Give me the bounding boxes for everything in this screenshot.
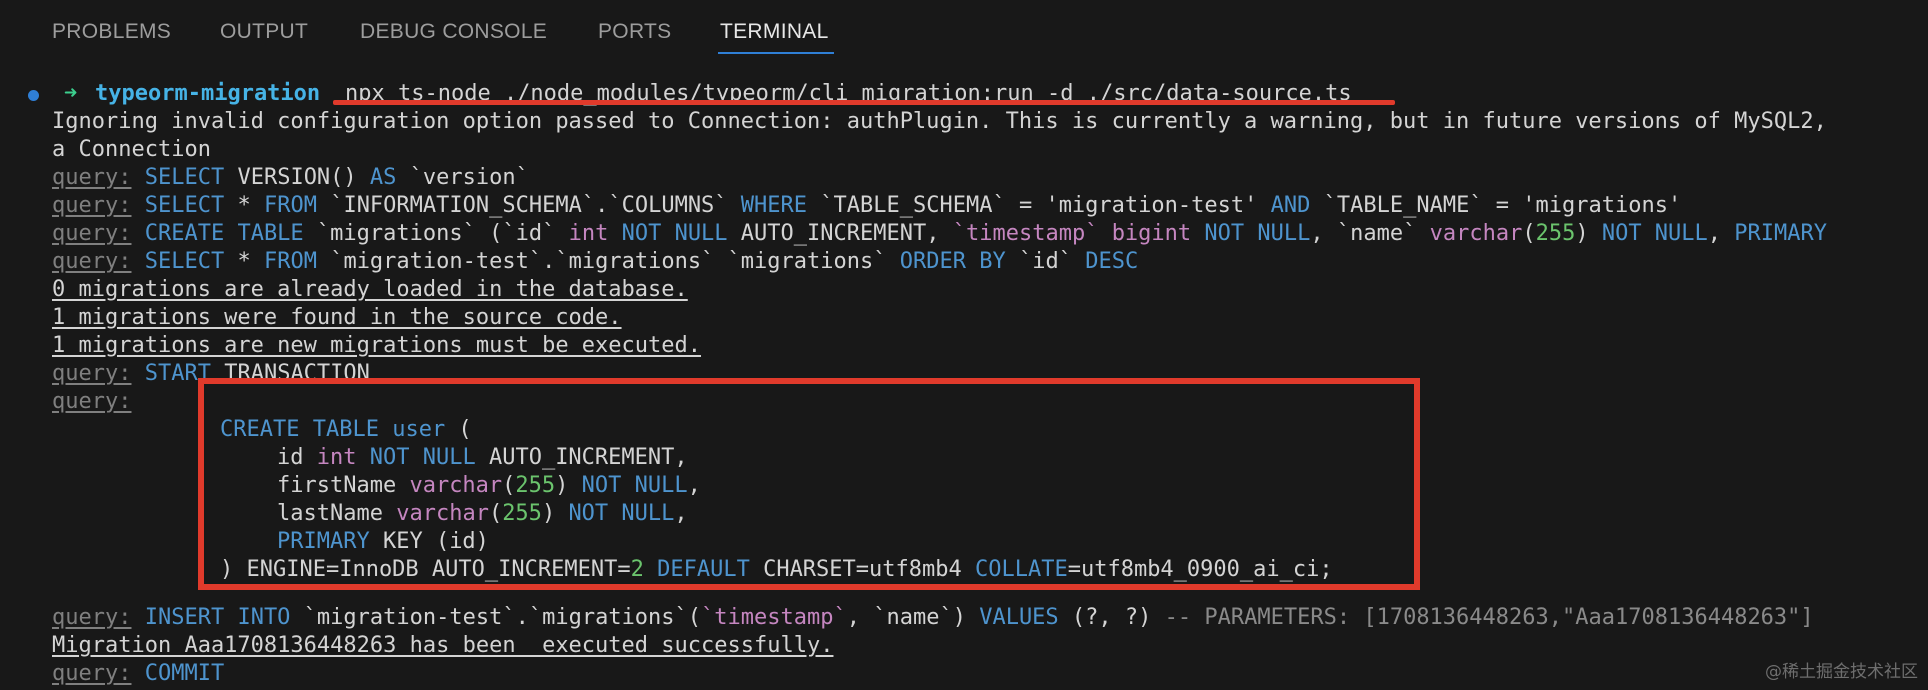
query-line-columns: query: SELECT * FROM `INFORMATION_SCHEMA…	[52, 192, 1681, 220]
warning-line-1: Ignoring invalid configuration option pa…	[52, 109, 1827, 134]
sql-keyword: NOT NULL	[608, 221, 728, 246]
query-label: query:	[52, 389, 132, 414]
sql-text: AUTO_INCREMENT,	[727, 221, 953, 246]
query-label: query:	[52, 249, 132, 274]
sql-type: varchar	[1429, 221, 1523, 246]
success-line: Migration Aaa1708136448263 has been exec…	[52, 633, 834, 658]
sql-text: (	[1522, 221, 1536, 246]
sql-keyword: AND	[1270, 193, 1311, 218]
tab-output[interactable]: OUTPUT	[220, 18, 308, 46]
query-line-select-migrations: query: SELECT * FROM `migration-test`.`m…	[52, 248, 1138, 276]
tab-debug-console[interactable]: DEBUG CONSOLE	[360, 18, 547, 46]
query-label: query:	[52, 661, 132, 686]
sql-text: , `name`	[1310, 221, 1430, 246]
sql-text: ,	[1707, 221, 1735, 246]
sql-keyword: AS	[369, 165, 397, 190]
query-line-insert: query: INSERT INTO `migration-test`.`mig…	[52, 604, 1814, 632]
sql-text: VERSION()	[224, 165, 370, 190]
annotation-underline	[333, 100, 1395, 105]
tab-problems[interactable]: PROBLEMS	[52, 18, 171, 46]
sql-text: , `name`)	[846, 605, 980, 630]
prompt-directory: typeorm-migration	[95, 81, 321, 106]
sql-text: `migration-test`.`migrations` `migration…	[316, 249, 900, 274]
sql-keyword: WHERE	[740, 193, 808, 218]
sql-type: `timestamp`	[701, 605, 847, 630]
sql-text: `TABLE_SCHEMA` = 'migration-test'	[807, 193, 1271, 218]
query-line-create-migrations: query: CREATE TABLE `migrations` (`id` i…	[52, 220, 1827, 248]
query-label: query:	[52, 193, 132, 218]
sql-parameters: -- PARAMETERS: [1708136448263,"Aaa170813…	[1164, 605, 1814, 630]
query-label: query:	[52, 221, 132, 246]
info-line-found: 1 migrations were found in the source co…	[52, 305, 622, 330]
active-tab-indicator	[718, 52, 834, 54]
sql-keyword: FROM	[263, 249, 317, 274]
sql-type: `timestamp`	[952, 221, 1099, 246]
sql-text: *	[224, 193, 264, 218]
sql-keyword: DESC	[1085, 249, 1139, 274]
sql-keyword: SELECT	[144, 249, 225, 274]
sql-keyword: INSERT INTO	[144, 605, 291, 630]
sql-text: )	[1575, 221, 1602, 246]
command-status-dot-icon[interactable]	[28, 90, 39, 101]
sql-keyword: SELECT	[144, 165, 225, 190]
sql-type: int	[568, 221, 609, 246]
sql-text: *	[224, 249, 264, 274]
watermark: @稀土掘金技术社区	[1765, 662, 1918, 682]
panel-tab-bar: PROBLEMS OUTPUT DEBUG CONSOLE PORTS TERM…	[0, 0, 1928, 66]
sql-text: `id`	[1005, 249, 1086, 274]
prompt-arrow-icon: ➜	[64, 81, 78, 106]
sql-keyword: SELECT	[144, 193, 225, 218]
warning-line-2: a Connection	[52, 137, 211, 162]
sql-text: `migrations` (`id`	[303, 221, 569, 246]
sql-keyword: ORDER BY	[899, 249, 1006, 274]
sql-type: bigint	[1111, 221, 1192, 246]
sql-keyword: COMMIT	[144, 661, 225, 686]
sql-keyword: PRIMARY	[1734, 221, 1828, 246]
annotation-box	[198, 378, 1420, 590]
info-line-loaded: 0 migrations are already loaded in the d…	[52, 277, 688, 302]
query-label: query:	[52, 165, 132, 190]
sql-keyword: NOT NULL	[1601, 221, 1708, 246]
tab-ports[interactable]: PORTS	[598, 18, 671, 46]
query-label: query:	[52, 361, 132, 386]
sql-keyword: NOT NULL	[1191, 221, 1311, 246]
sql-text: `migration-test`.`migrations`(	[290, 605, 702, 630]
sql-keyword: VALUES	[979, 605, 1059, 630]
sql-text: `TABLE_NAME` = 'migrations'	[1310, 193, 1682, 218]
query-line-version: query: SELECT VERSION() AS `version`	[52, 164, 529, 192]
query-line-commit: query: COMMIT	[52, 660, 224, 688]
sql-text: `version`	[396, 165, 529, 190]
sql-keyword: FROM	[263, 193, 317, 218]
sql-text: (?, ?)	[1058, 605, 1165, 630]
query-line-create-user-label: query:	[52, 388, 131, 416]
info-line-new: 1 migrations are new migrations must be …	[52, 333, 702, 358]
sql-keyword: CREATE TABLE	[144, 221, 304, 246]
sql-number: 255	[1535, 221, 1576, 246]
sql-text: `INFORMATION_SCHEMA`.`COLUMNS`	[316, 193, 741, 218]
query-label: query:	[52, 605, 132, 630]
tab-terminal[interactable]: TERMINAL	[720, 18, 829, 46]
